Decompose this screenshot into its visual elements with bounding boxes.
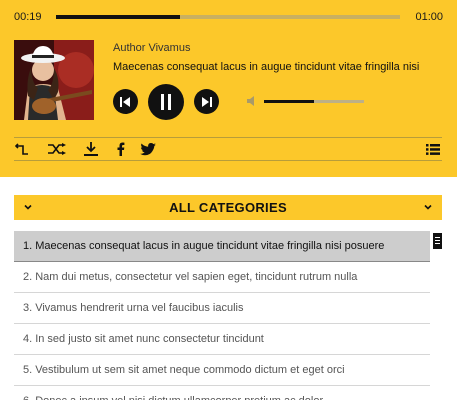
twitter-button[interactable]	[140, 141, 156, 157]
pause-button[interactable]	[148, 84, 184, 120]
song-title: Maecenas consequat lacus in augue tincid…	[113, 61, 420, 73]
playlist-item-number: 4.	[23, 333, 33, 345]
playlist-item[interactable]: 4. In sed justo sit amet nunc consectetur…	[14, 324, 430, 355]
progress-row: 00:19 01:00	[0, 0, 457, 34]
skip-forward-icon	[202, 96, 212, 107]
shuffle-icon	[48, 143, 66, 155]
divider	[14, 137, 442, 138]
playlist-item[interactable]: 1. Maecenas consequat lacus in augue tinc…	[14, 231, 430, 262]
playlist-item-title: Vivamus hendrerit urna vel faucibus iacu…	[35, 302, 244, 314]
shuffle-button[interactable]	[47, 141, 67, 157]
return-icon	[15, 143, 28, 155]
progress-bar[interactable]	[56, 15, 400, 19]
category-label: ALL CATEGORIES	[169, 200, 287, 215]
playlist-item-title: In sed justo sit amet nunc consectetur t…	[35, 333, 264, 345]
volume-slider[interactable]	[264, 100, 364, 103]
playlist-icon	[426, 143, 440, 155]
playlist-item-number: 2.	[23, 271, 33, 283]
category-selector[interactable]: ALL CATEGORIES	[14, 195, 442, 220]
facebook-icon	[117, 142, 125, 156]
playlist-item-number: 5.	[23, 364, 33, 376]
volume-fill	[264, 100, 314, 103]
return-button[interactable]	[14, 141, 30, 157]
chevron-down-icon	[24, 204, 32, 210]
playlist-item[interactable]: 3. Vivamus hendrerit urna vel faucibus ia…	[14, 293, 430, 324]
playlist-item-title: Maecenas consequat lacus in augue tincid…	[35, 240, 385, 252]
pause-icon	[161, 94, 171, 110]
scrollbar-handle[interactable]	[433, 233, 442, 249]
playlist-item-number: 6.	[23, 395, 32, 400]
chevron-down-icon	[424, 204, 432, 210]
album-cover	[14, 40, 94, 120]
playlist-item[interactable]: 2. Nam dui metus, consectetur vel sapien …	[14, 262, 430, 293]
divider	[14, 160, 442, 161]
download-icon	[84, 142, 98, 156]
audio-player: 00:19 01:00 Author Vivamus Maecenas cons…	[0, 0, 457, 177]
playlist-item-number: 3.	[23, 302, 33, 314]
download-button[interactable]	[83, 141, 99, 157]
total-time: 01:00	[415, 11, 443, 23]
playlist-item-title: Nam dui metus, consectetur vel sapien eg…	[35, 271, 358, 283]
previous-button[interactable]	[113, 89, 138, 114]
progress-fill	[56, 15, 180, 19]
playlist-item-number: 1.	[23, 240, 33, 252]
playlist-item-title: Vestibulum ut sem sit amet neque commodo…	[35, 364, 345, 376]
author-name: Author Vivamus	[113, 42, 191, 54]
next-button[interactable]	[194, 89, 219, 114]
playlist-item-title: Donec a ipsum vel nisi dictum ullamcorpe…	[35, 395, 323, 400]
playlist-toggle-button[interactable]	[425, 141, 441, 157]
facebook-button[interactable]	[113, 141, 129, 157]
playlist-item[interactable]: 5. Vestibulum ut sem sit amet neque commo…	[14, 355, 430, 386]
playlist-item[interactable]: 6.Donec a ipsum vel nisi dictum ullamcor…	[14, 386, 430, 400]
playlist: 1. Maecenas consequat lacus in augue tinc…	[14, 231, 430, 400]
volume-icon[interactable]	[247, 96, 257, 106]
current-time: 00:19	[14, 11, 42, 23]
skip-back-icon	[120, 96, 130, 107]
twitter-icon	[140, 142, 156, 155]
